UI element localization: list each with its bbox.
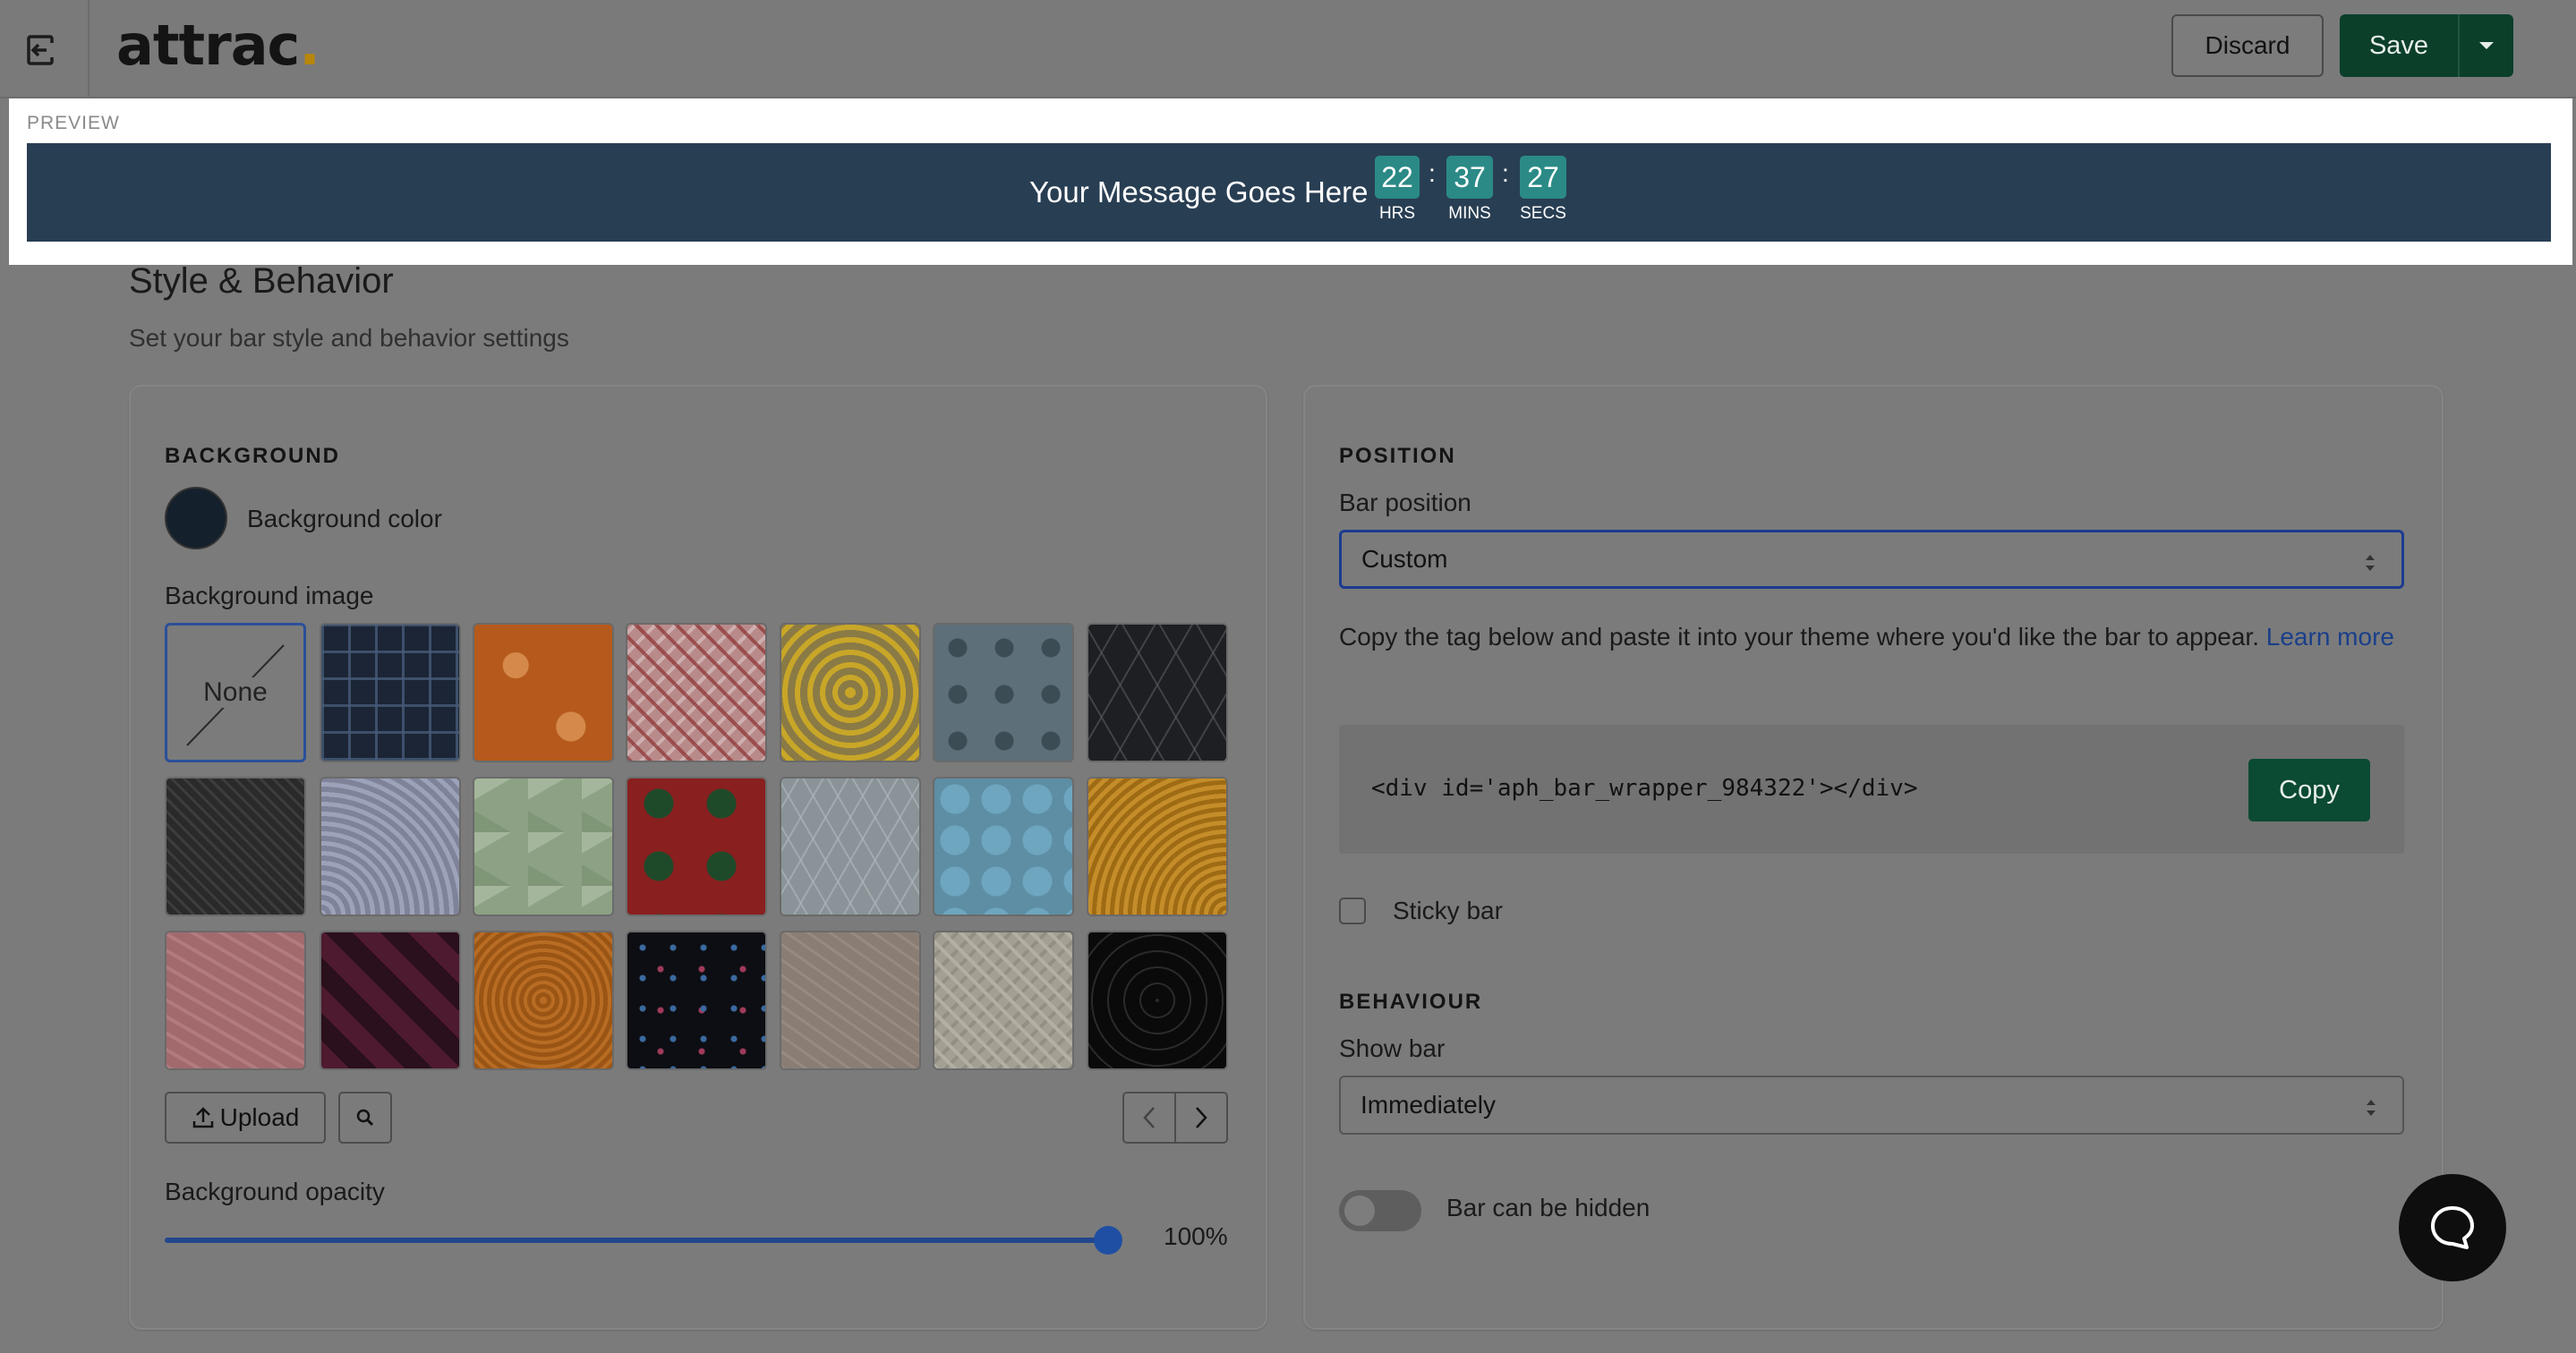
countdown-seconds-label: SECS xyxy=(1520,204,1566,223)
background-color-swatch[interactable] xyxy=(165,487,227,549)
section-subtitle: Set your bar style and behavior settings xyxy=(129,324,569,352)
show-bar-label: Show bar xyxy=(1339,1034,1446,1062)
pattern-tile[interactable] xyxy=(320,931,461,1070)
embed-code-box: <div id='aph_bar_wrapper_984322'></div> … xyxy=(1339,725,2404,854)
pattern-tile[interactable] xyxy=(473,623,614,762)
save-button[interactable]: Save xyxy=(2340,14,2458,77)
chevron-left-icon xyxy=(1143,1107,1155,1128)
background-image-label: Background image xyxy=(165,582,374,609)
upload-label: Upload xyxy=(219,1103,300,1131)
chevron-right-icon xyxy=(1196,1107,1207,1128)
countdown-minutes: 37 xyxy=(1446,156,1493,199)
top-bar: attrac. Discard Save xyxy=(0,0,2576,98)
next-page-button[interactable] xyxy=(1174,1092,1228,1144)
background-heading: BACKGROUND xyxy=(165,444,340,468)
select-arrows-icon xyxy=(2367,1100,2376,1116)
pattern-tile[interactable] xyxy=(933,623,1074,762)
help-chat-button[interactable] xyxy=(2399,1174,2506,1281)
sticky-bar-label: Sticky bar xyxy=(1393,897,1503,924)
select-arrows-icon xyxy=(2366,555,2375,571)
pattern-tile[interactable] xyxy=(165,931,306,1070)
bar-position-label: Bar position xyxy=(1339,489,1471,516)
bar-position-select[interactable]: Custom xyxy=(1339,530,2404,589)
toggle-knob xyxy=(1344,1196,1375,1226)
pattern-tile[interactable] xyxy=(320,777,461,916)
chat-bubble-icon xyxy=(2431,1206,2474,1249)
opacity-value: 100% xyxy=(1164,1222,1228,1250)
upload-button[interactable]: Upload xyxy=(165,1092,326,1144)
show-bar-select[interactable]: Immediately xyxy=(1339,1076,2404,1135)
bar-message: Your Message Goes Here xyxy=(1029,175,1369,208)
pattern-tile[interactable] xyxy=(1087,777,1228,916)
position-card xyxy=(1303,385,2444,1330)
bar-can-be-hidden-label: Bar can be hidden xyxy=(1446,1194,1651,1221)
position-heading: POSITION xyxy=(1339,444,1456,468)
save-options-button[interactable] xyxy=(2458,14,2513,77)
pattern-tile[interactable] xyxy=(1087,623,1228,762)
bar-position-value: Custom xyxy=(1361,545,1448,573)
sticky-bar-checkbox[interactable] xyxy=(1339,898,1366,924)
pattern-tile[interactable] xyxy=(933,777,1074,916)
countdown-separator: : xyxy=(1429,159,1436,187)
prev-page-button[interactable] xyxy=(1122,1092,1176,1144)
exit-button[interactable] xyxy=(0,0,90,97)
pattern-tile[interactable] xyxy=(473,931,614,1070)
pattern-tile[interactable] xyxy=(780,623,921,762)
exit-icon xyxy=(27,35,55,65)
embed-code[interactable]: <div id='aph_bar_wrapper_984322'></div> xyxy=(1371,775,1917,802)
countdown-separator: : xyxy=(1502,159,1509,187)
behaviour-heading: BEHAVIOUR xyxy=(1339,990,1483,1014)
pattern-tile[interactable] xyxy=(626,931,767,1070)
announcement-bar-preview: Your Message Goes Here 22 HRS : 37 MINS … xyxy=(27,143,2551,242)
none-label: None xyxy=(200,677,271,708)
search-icon xyxy=(356,1109,374,1127)
pattern-tile[interactable] xyxy=(933,931,1074,1070)
chevron-down-icon xyxy=(2479,42,2494,49)
discard-button[interactable]: Discard xyxy=(2171,14,2324,77)
learn-more-link[interactable]: Learn more xyxy=(2266,623,2394,651)
bar-can-be-hidden-toggle[interactable] xyxy=(1339,1190,1421,1231)
background-color-label: Background color xyxy=(247,505,442,532)
countdown-hours: 22 xyxy=(1375,156,1420,199)
background-opacity-label: Background opacity xyxy=(165,1178,385,1205)
pattern-tile[interactable] xyxy=(780,931,921,1070)
pattern-tile[interactable] xyxy=(165,777,306,916)
custom-position-description: Copy the tag below and paste it into you… xyxy=(1339,623,2394,651)
countdown-hours-label: HRS xyxy=(1378,204,1416,223)
countdown-minutes-label: MINS xyxy=(1448,204,1491,223)
opacity-slider-track[interactable] xyxy=(165,1238,1108,1243)
preview-panel: PREVIEW Your Message Goes Here 22 HRS : … xyxy=(9,98,2572,265)
preview-label: PREVIEW xyxy=(27,113,120,133)
section-title: Style & Behavior xyxy=(129,261,394,301)
pattern-tile[interactable] xyxy=(626,623,767,762)
upload-icon xyxy=(192,1107,213,1128)
pattern-tile[interactable] xyxy=(320,623,461,762)
show-bar-value: Immediately xyxy=(1361,1091,1496,1119)
pattern-tile[interactable] xyxy=(626,777,767,916)
pattern-tile[interactable] xyxy=(473,777,614,916)
search-button[interactable] xyxy=(338,1092,392,1144)
copy-button[interactable]: Copy xyxy=(2248,759,2370,821)
countdown-seconds: 27 xyxy=(1520,156,1566,199)
pattern-tile[interactable] xyxy=(780,777,921,916)
logo: attrac. xyxy=(116,13,320,78)
opacity-slider-handle[interactable] xyxy=(1094,1226,1122,1255)
pattern-tile[interactable] xyxy=(1087,931,1228,1070)
pattern-tile-none[interactable]: None xyxy=(165,623,306,762)
